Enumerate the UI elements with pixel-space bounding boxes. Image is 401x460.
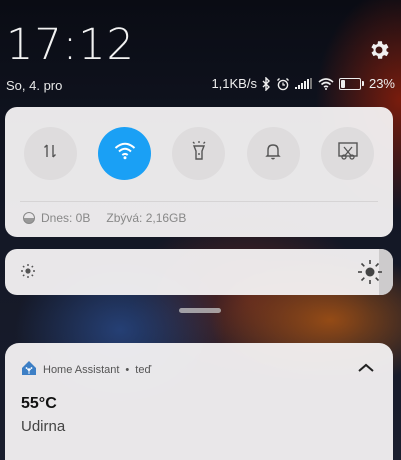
battery-percent: 23% — [368, 76, 395, 91]
toggle-wifi[interactable] — [98, 127, 152, 180]
toggle-flashlight[interactable] — [172, 127, 226, 180]
panel-divider — [20, 201, 378, 202]
wifi-icon — [114, 142, 136, 165]
clock-time: 17:12 — [6, 20, 135, 70]
status-icons: 1,1KB/s 23% — [211, 76, 395, 91]
home-assistant-icon — [21, 360, 37, 379]
notification-separator: • — [125, 363, 130, 376]
quick-settings-panel: Dnes: 0B Zbývá: 2,16GB — [5, 107, 393, 237]
toggle-mobile-data[interactable] — [23, 127, 77, 180]
toggle-screenshot[interactable] — [321, 127, 375, 180]
notification-card[interactable]: Home Assistant • teď 55°C Udirna — [5, 343, 393, 460]
date-label: So, 4. pro — [6, 78, 63, 93]
screenshot-icon — [337, 141, 359, 166]
data-remaining: Zbývá: 2,16GB — [106, 211, 187, 225]
data-today: Dnes: 0B — [41, 211, 91, 225]
alarm-icon — [276, 77, 290, 91]
brightness-slider[interactable] — [5, 249, 393, 295]
notification-title: 55°C — [21, 395, 57, 412]
battery-icon — [338, 77, 364, 90]
notification-app-name: Home Assistant — [43, 363, 120, 376]
notification-body: Udirna — [21, 418, 66, 435]
data-arrows-icon — [40, 141, 60, 166]
flashlight-icon — [189, 140, 209, 167]
bell-icon — [263, 141, 283, 166]
chevron-up-icon[interactable] — [357, 361, 375, 379]
data-usage-pie-icon — [23, 212, 35, 224]
data-usage[interactable]: Dnes: 0B Zbývá: 2,16GB — [23, 211, 186, 225]
notification-time: teď — [135, 363, 152, 376]
drag-handle[interactable] — [179, 308, 221, 313]
wifi-status-icon — [318, 77, 334, 90]
notification-header: Home Assistant • teď — [21, 360, 151, 379]
toggle-sound[interactable] — [246, 127, 300, 180]
battery-fill — [340, 79, 345, 88]
brightness-low-icon — [19, 262, 37, 285]
brightness-high-icon — [357, 259, 383, 290]
signal-icon — [294, 77, 313, 90]
toggle-row — [5, 127, 393, 180]
bluetooth-icon — [262, 76, 271, 91]
network-speed: 1,1KB/s — [211, 76, 257, 91]
settings-gear-icon[interactable] — [367, 38, 391, 62]
